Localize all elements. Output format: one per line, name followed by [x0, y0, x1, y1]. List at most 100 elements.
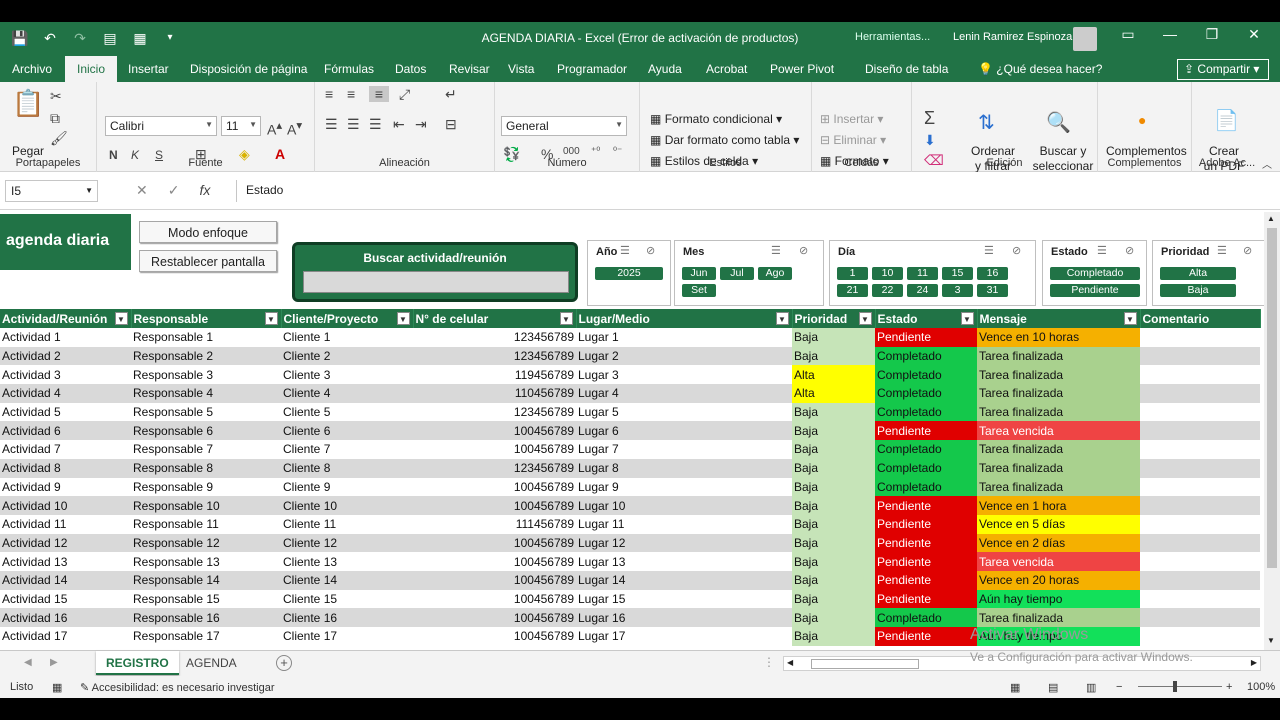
cell-activity[interactable]: Actividad 13 — [0, 552, 131, 571]
merge-center-icon[interactable]: ⊟ — [445, 116, 457, 133]
zoom-in-icon[interactable]: + — [1226, 681, 1232, 693]
cell-activity[interactable]: Actividad 4 — [0, 384, 131, 403]
slicer-item[interactable]: 15 — [942, 267, 973, 280]
multiselect-icon[interactable]: ☰ — [1217, 244, 1227, 257]
table-row[interactable]: Actividad 14 Responsable 14 Cliente 14 1004… — [0, 570, 1260, 590]
cell-comment[interactable] — [1140, 552, 1260, 571]
cell-phone[interactable]: 123456789 — [413, 403, 576, 422]
align-right-icon[interactable]: ☰ — [369, 116, 382, 133]
avatar[interactable] — [1073, 27, 1097, 51]
cell-comment[interactable] — [1140, 570, 1260, 590]
font-name-select[interactable]: Calibri ▼ — [105, 116, 217, 136]
table-row[interactable]: Actividad 9 Responsable 9 Cliente 9 1004567… — [0, 477, 1260, 497]
cut-icon[interactable]: ✂ — [50, 88, 62, 105]
cell-place[interactable]: Lugar 8 — [576, 458, 792, 478]
increase-font-icon[interactable]: A▴ — [267, 118, 282, 138]
decrease-font-icon[interactable]: A▾ — [287, 118, 302, 138]
tab-inicio[interactable]: Inicio — [65, 56, 118, 82]
filter-active-icon[interactable]: ▼ — [960, 312, 974, 325]
slicer-item[interactable]: 16 — [977, 267, 1008, 280]
ribbon-display-icon[interactable]: ▭ — [1118, 26, 1138, 43]
cell-status[interactable]: Pendiente — [875, 627, 977, 646]
cell-status[interactable]: Pendiente — [875, 589, 977, 609]
column-header[interactable]: Lugar/Medio ▼ — [576, 309, 793, 328]
decrease-indent-icon[interactable]: ⇤ — [393, 116, 405, 133]
tab-programador[interactable]: Programador — [557, 62, 627, 76]
cell-priority[interactable]: Baja — [792, 589, 875, 609]
scroll-down-icon[interactable]: ▼ — [1267, 636, 1275, 645]
addins-icon[interactable]: ● — [1138, 112, 1146, 128]
zoom-slider[interactable] — [1138, 681, 1222, 692]
cell-status[interactable]: Pendiente — [875, 421, 977, 441]
cell-activity[interactable]: Actividad 6 — [0, 421, 131, 441]
clear-filter-icon[interactable]: ⊘ — [1012, 244, 1021, 257]
cell-place[interactable]: Lugar 1 — [576, 328, 792, 347]
restore-icon[interactable]: ❐ — [1202, 26, 1222, 43]
focus-mode-button[interactable]: Modo enfoque — [139, 221, 277, 243]
cell-client[interactable]: Cliente 7 — [281, 440, 413, 459]
slicer-item[interactable]: 22 — [872, 284, 903, 297]
cell-activity[interactable]: Actividad 16 — [0, 608, 131, 627]
cell-place[interactable]: Lugar 4 — [576, 384, 792, 403]
reset-screen-button[interactable]: Restablecer pantalla — [139, 250, 277, 272]
slicer-item[interactable]: 10 — [872, 267, 903, 280]
cell-message[interactable]: Vence en 2 días — [977, 533, 1140, 553]
table-row[interactable]: Actividad 4 Responsable 4 Cliente 4 1104567… — [0, 384, 1260, 403]
cell-phone[interactable]: 123456789 — [413, 346, 576, 366]
cell-client[interactable]: Cliente 17 — [281, 627, 413, 646]
collapse-ribbon-icon[interactable]: ︿ — [1262, 156, 1272, 171]
table-row[interactable]: Actividad 8 Responsable 8 Cliente 8 1234567… — [0, 458, 1260, 478]
orientation-icon[interactable]: ⤢ — [399, 86, 410, 103]
formula-input[interactable]: Estado — [236, 180, 1273, 202]
cell-message[interactable]: Vence en 1 hora — [977, 496, 1140, 515]
fill-icon[interactable]: ⬇ — [924, 132, 936, 149]
cell-place[interactable]: Lugar 15 — [576, 590, 792, 609]
align-bottom-icon[interactable]: ≡ — [369, 86, 389, 102]
table-row[interactable]: Actividad 5 Responsable 5 Cliente 5 1234567… — [0, 402, 1260, 422]
slicer-item[interactable]: Set — [682, 284, 716, 297]
cell-status[interactable]: Completado — [875, 384, 977, 403]
sheet-tab-registro[interactable]: REGISTRO — [96, 651, 179, 675]
tab-archivo[interactable]: Archivo — [12, 62, 52, 76]
column-header[interactable]: Responsable ▼ — [131, 309, 282, 328]
cell-responsible[interactable]: Responsable 4 — [131, 384, 281, 403]
filter-dropdown-icon[interactable]: ▼ — [114, 312, 128, 325]
cell-activity[interactable]: Actividad 12 — [0, 533, 131, 553]
cell-message[interactable]: Tarea finalizada — [977, 440, 1140, 459]
slicer-item[interactable]: 31 — [977, 284, 1008, 297]
cell-priority[interactable]: Baja — [792, 421, 875, 441]
cell-phone[interactable]: 100456789 — [413, 496, 576, 515]
slicer-item[interactable]: Alta — [1160, 267, 1236, 280]
tab-vista[interactable]: Vista — [508, 62, 534, 76]
cell-phone[interactable]: 100456789 — [413, 570, 576, 590]
tell-me-box[interactable]: 💡 ¿Qué desea hacer? — [978, 62, 1102, 76]
cell-client[interactable]: Cliente 6 — [281, 421, 413, 441]
filter-dropdown-icon[interactable]: ▼ — [396, 312, 410, 325]
table-row[interactable]: Actividad 10 Responsable 10 Cliente 10 1004… — [0, 496, 1260, 515]
cell-responsible[interactable]: Responsable 10 — [131, 496, 281, 515]
slicer-item[interactable]: 11 — [907, 267, 938, 280]
cell-phone[interactable]: 123456789 — [413, 328, 576, 347]
cell-phone[interactable]: 111456789 — [413, 515, 576, 534]
cell-comment[interactable] — [1140, 403, 1260, 422]
cell-place[interactable]: Lugar 5 — [576, 403, 792, 422]
copy-icon[interactable]: ⧉ — [50, 110, 60, 127]
add-sheet-icon[interactable]: + — [276, 655, 292, 671]
cell-priority[interactable]: Alta — [792, 365, 875, 385]
cell-priority[interactable]: Baja — [792, 496, 875, 515]
cell-priority[interactable]: Baja — [792, 570, 875, 590]
cell-activity[interactable]: Actividad 10 — [0, 496, 131, 515]
filter-dropdown-icon[interactable]: ▼ — [264, 312, 278, 325]
number-format-select[interactable]: General ▼ — [501, 116, 627, 136]
tab-split-handle[interactable]: ⋮ — [763, 655, 775, 669]
vertical-scrollbar[interactable]: ▲ ▼ — [1264, 212, 1280, 650]
cell-responsible[interactable]: Responsable 16 — [131, 608, 281, 627]
cell-status[interactable]: Completado — [875, 458, 977, 478]
cell-comment[interactable] — [1140, 478, 1260, 497]
table-row[interactable]: Actividad 12 Responsable 12 Cliente 12 1004… — [0, 533, 1260, 553]
thousands-icon[interactable]: 000 — [563, 146, 580, 157]
cell-comment[interactable] — [1140, 384, 1260, 403]
slicer-item[interactable]: Jul — [720, 267, 754, 280]
cell-responsible[interactable]: Responsable 2 — [131, 346, 281, 366]
cell-priority[interactable]: Baja — [792, 608, 875, 627]
